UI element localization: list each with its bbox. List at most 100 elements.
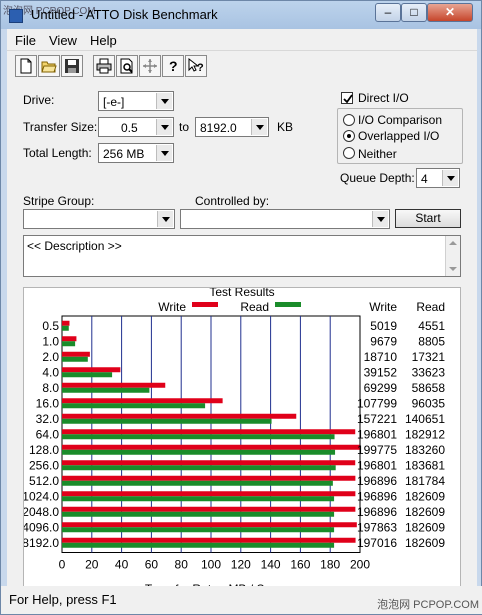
read-bar: [62, 372, 113, 378]
read-bar: [62, 356, 88, 362]
x-tick-label: 120: [231, 558, 251, 572]
category-label: 0.5: [42, 319, 59, 333]
total-length-select[interactable]: 256 MB: [98, 143, 174, 163]
move-icon[interactable]: [139, 55, 161, 77]
x-tick-label: 100: [201, 558, 221, 572]
menu-view[interactable]: View: [49, 33, 77, 48]
io-comparison-radio[interactable]: [343, 114, 355, 126]
read-bar: [62, 403, 206, 409]
new-file-icon[interactable]: [15, 55, 37, 77]
menu-bar: File View Help: [7, 29, 477, 51]
plot-area: 0 20 40 60 80 100 120 140 160 180 200 0.5 5019 4551 1.…: [24, 315, 446, 572]
chevron-down-icon[interactable]: [156, 93, 172, 109]
direct-io-label: Direct I/O: [358, 91, 409, 105]
chevron-down-icon[interactable]: [156, 119, 172, 135]
read-value: 8805: [418, 334, 445, 348]
write-value: 69299: [364, 381, 398, 395]
write-bar: [62, 537, 356, 543]
overlapped-io-label: Overlapped I/O: [358, 129, 440, 143]
read-value: 96035: [412, 396, 446, 410]
stripe-group-select[interactable]: [23, 209, 175, 229]
queue-depth-label: Queue Depth:: [340, 171, 415, 185]
window-title: Untitled - ATTO Disk Benchmark: [31, 7, 218, 22]
write-value: 39152: [364, 365, 398, 379]
category-label: 8192.0: [24, 536, 59, 550]
write-value: 9679: [370, 334, 397, 348]
client-area: File View Help ? ? Drive: [-e-] Transfer…: [7, 29, 477, 609]
read-bar: [62, 418, 272, 424]
write-value: 196896: [357, 474, 397, 488]
category-label: 4.0: [42, 365, 59, 379]
read-value: 182912: [405, 427, 445, 441]
queue-depth-select[interactable]: 4: [416, 168, 460, 188]
open-folder-icon[interactable]: [38, 55, 60, 77]
x-tick-label: 0: [59, 558, 66, 572]
chevron-down-icon[interactable]: [372, 211, 388, 227]
transfer-size-to-select[interactable]: 8192.0: [195, 117, 269, 137]
print-preview-icon[interactable]: [116, 55, 138, 77]
overlapped-io-radio[interactable]: [343, 130, 355, 142]
drive-select[interactable]: [-e-]: [98, 91, 174, 111]
close-button[interactable]: ✕: [427, 3, 473, 22]
write-bar: [62, 413, 297, 419]
write-bar: [62, 398, 223, 404]
app-window: 泡泡网 PCPOP.COM Untitled - ATTO Disk Bench…: [0, 0, 482, 615]
x-tick-label: 140: [261, 558, 281, 572]
title-bar[interactable]: 泡泡网 PCPOP.COM Untitled - ATTO Disk Bench…: [1, 1, 481, 29]
read-value: 182609: [405, 536, 445, 550]
results-title: Test Results: [209, 288, 274, 299]
x-tick-label: 20: [85, 558, 99, 572]
total-length-label: Total Length:: [23, 146, 92, 160]
chevron-down-icon[interactable]: [156, 145, 172, 161]
kb-label: KB: [277, 120, 294, 134]
read-bar: [62, 496, 335, 502]
transfer-size-label: Transfer Size:: [23, 120, 98, 134]
transfer-to-value: 8192.0: [200, 121, 237, 135]
menu-help[interactable]: Help: [90, 33, 117, 48]
category-label: 256.0: [29, 458, 59, 472]
category-label: 4096.0: [24, 520, 59, 534]
save-icon[interactable]: [61, 55, 83, 77]
column-header-write: Write: [369, 300, 397, 314]
svg-text:?: ?: [169, 58, 178, 74]
read-value: 182609: [405, 520, 445, 534]
svg-text:?: ?: [197, 62, 204, 74]
x-tick-label: 40: [115, 558, 129, 572]
chevron-down-icon[interactable]: [251, 119, 267, 135]
x-tick-label: 180: [320, 558, 340, 572]
minimize-button[interactable]: –: [375, 3, 401, 22]
write-bar: [62, 320, 70, 326]
category-label: 64.0: [36, 427, 60, 441]
read-bar: [62, 387, 150, 393]
description-scrollbar[interactable]: [445, 236, 460, 276]
category-label: 2.0: [42, 350, 59, 364]
write-bar: [62, 367, 121, 373]
read-value: 182609: [405, 505, 445, 519]
start-button[interactable]: Start: [395, 209, 461, 228]
write-bar: [62, 522, 357, 528]
chevron-down-icon[interactable]: [442, 170, 458, 186]
maximize-button[interactable]: □: [401, 3, 427, 22]
neither-radio[interactable]: [343, 147, 355, 159]
menu-file[interactable]: File: [15, 33, 36, 48]
category-label: 16.0: [36, 396, 60, 410]
description-box[interactable]: << Description >>: [23, 235, 461, 277]
legend-write-swatch: [192, 302, 218, 307]
print-icon[interactable]: [93, 55, 115, 77]
toolbar: ? ?: [7, 52, 477, 82]
write-value: 196801: [357, 458, 397, 472]
help-icon[interactable]: ?: [162, 55, 184, 77]
transfer-size-from-select[interactable]: 0.5: [98, 117, 174, 137]
write-bar: [62, 382, 166, 388]
direct-io-checkbox[interactable]: [341, 92, 353, 104]
watermark-bottom: 泡泡网 PCPOP.COM: [377, 599, 479, 611]
write-bar: [62, 475, 356, 481]
write-value: 197016: [357, 536, 397, 550]
scroll-up-icon[interactable]: [449, 241, 457, 245]
stripe-group-label: Stripe Group:: [23, 194, 95, 208]
drive-label: Drive:: [23, 93, 55, 107]
controlled-by-select[interactable]: [180, 209, 390, 229]
scroll-down-icon[interactable]: [449, 267, 457, 271]
chevron-down-icon[interactable]: [157, 211, 173, 227]
context-help-icon[interactable]: ?: [185, 55, 207, 77]
